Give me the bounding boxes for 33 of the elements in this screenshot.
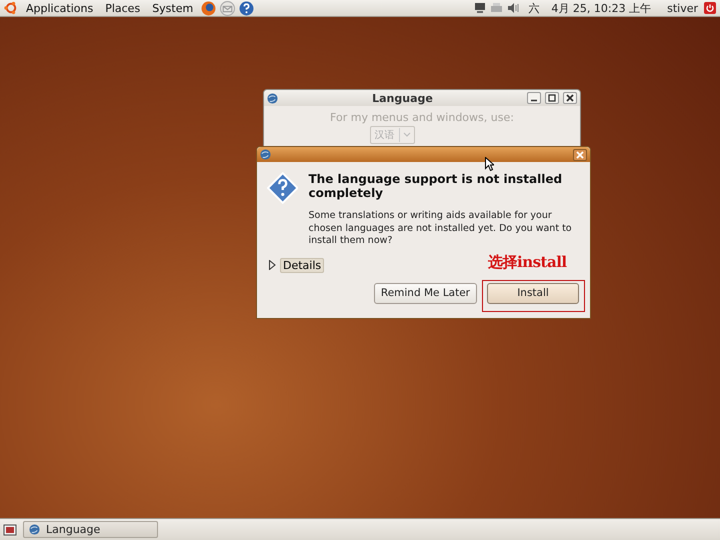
dialog-message: Some translations or writing aids available for your chosen languages are not installed yet. Do you want to install them now? xyxy=(308,210,573,248)
network-icon[interactable] xyxy=(474,2,486,14)
menu-item[interactable]: System xyxy=(148,2,198,14)
speaker-icon[interactable] xyxy=(507,2,520,14)
close-button[interactable] xyxy=(563,92,577,104)
username-text[interactable]: stiver xyxy=(659,2,700,14)
question-icon xyxy=(267,172,298,204)
menu-item[interactable]: Applications xyxy=(22,2,98,14)
install-button[interactable]: Install xyxy=(487,282,579,304)
mouse-pointer-icon xyxy=(485,157,494,171)
close-button[interactable] xyxy=(573,148,587,160)
taskbar-button[interactable]: Language xyxy=(23,521,158,538)
expander-icon[interactable] xyxy=(268,260,276,270)
window-title: Language xyxy=(371,92,434,104)
clock-text[interactable]: 4月 25, 10:23 上午 xyxy=(547,0,656,16)
help-icon[interactable] xyxy=(239,0,254,16)
globe-icon xyxy=(267,92,278,104)
annotation-text: 选择install xyxy=(488,253,567,272)
power-icon[interactable] xyxy=(704,2,716,14)
maximize-button[interactable] xyxy=(545,92,559,104)
dialog-heading: The language support is not installed completely xyxy=(308,172,564,200)
close-icon xyxy=(576,150,584,158)
details-expander[interactable]: Details xyxy=(280,258,324,272)
minimize-button[interactable] xyxy=(527,92,541,104)
weekday-text: 六 xyxy=(527,0,540,16)
show-desktop-icon[interactable] xyxy=(3,522,17,536)
menu-item[interactable]: Places xyxy=(101,2,144,14)
globe-icon xyxy=(260,149,271,160)
remind-later-button[interactable]: Remind Me Later xyxy=(374,282,477,304)
maximize-icon xyxy=(548,94,556,102)
close-icon xyxy=(566,94,574,102)
prompt-label: For my menus and windows, use: xyxy=(330,111,514,124)
globe-icon xyxy=(29,524,40,535)
